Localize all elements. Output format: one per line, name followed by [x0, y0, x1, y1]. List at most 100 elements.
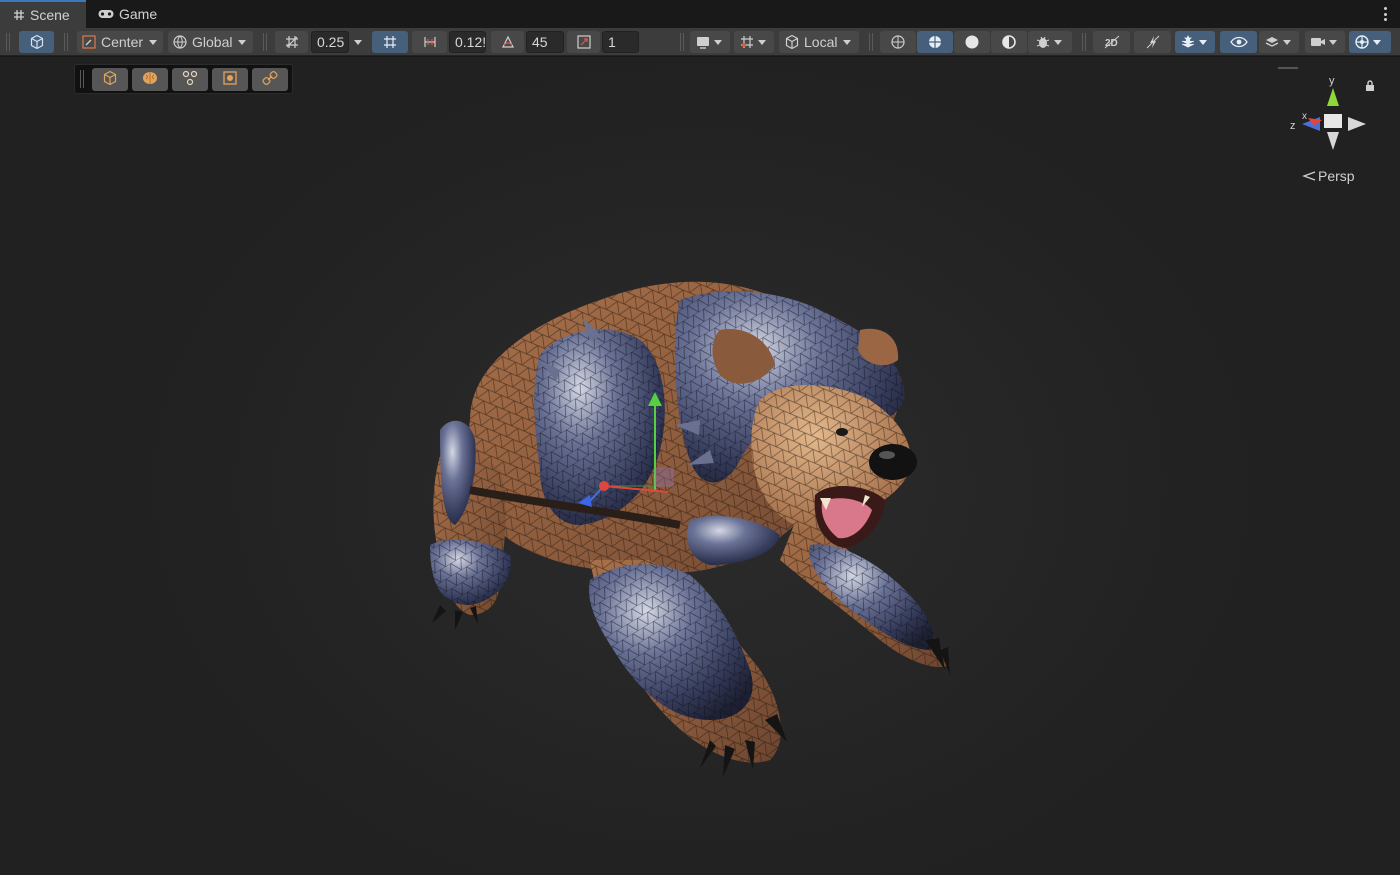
debug-draw-dropdown[interactable]	[1028, 31, 1072, 53]
hash-grid-icon	[12, 9, 25, 22]
chevron-down-icon	[149, 39, 158, 45]
overlay-tool-5[interactable]	[252, 68, 288, 91]
view-options-dropdown[interactable]	[690, 31, 730, 53]
nodes-icon	[182, 70, 198, 89]
unlit-mode-button[interactable]	[991, 31, 1027, 53]
increment-snap-toggle[interactable]	[372, 31, 408, 53]
scale-snap-field[interactable]: 1	[602, 31, 639, 53]
x-axis-handle[interactable]	[599, 481, 609, 491]
chevron-down-icon	[843, 39, 852, 45]
gizmo-y-label: y	[1329, 75, 1335, 87]
chevron-down-icon	[758, 39, 766, 45]
gizmo-x-label: x	[1302, 111, 1307, 122]
grid-snap-field[interactable]: 0.25	[311, 31, 349, 53]
overlay-toolbar	[74, 64, 293, 94]
view-options-icon	[695, 34, 711, 50]
rotation-snap-button[interactable]	[491, 31, 524, 53]
svg-text:2D: 2D	[1105, 38, 1118, 49]
toolbar-grip[interactable]	[263, 33, 267, 51]
rotation-snap-field[interactable]: 45	[526, 31, 564, 53]
pivot-rotation-label: Global	[192, 34, 233, 50]
2d-mode-toggle[interactable]: 2D	[1093, 31, 1130, 53]
gizmo-y-cone[interactable]	[1327, 88, 1339, 106]
toolbar-grip[interactable]	[680, 33, 684, 51]
pivot-mode-dropdown[interactable]: Center	[77, 31, 163, 53]
layers-star-icon	[1180, 34, 1196, 50]
layers-dropdown[interactable]	[1259, 31, 1299, 53]
increment-snap-field[interactable]: 0.12!	[449, 31, 486, 53]
tool-mode-button[interactable]	[19, 31, 54, 53]
tab-scene[interactable]: Scene	[0, 0, 86, 28]
wireframe-mode-button[interactable]	[880, 31, 916, 53]
more-options-icon[interactable]	[1382, 5, 1388, 23]
cube-icon	[29, 34, 45, 50]
chevron-down-icon	[238, 39, 247, 45]
gizmo-neg-y-cone[interactable]	[1327, 132, 1339, 150]
handle-space-label: Local	[804, 34, 838, 50]
pivot-mode-label: Center	[101, 34, 144, 50]
grid-snap-dropdown[interactable]	[351, 31, 365, 53]
toolbar-grip[interactable]	[64, 33, 68, 51]
overlay-grip[interactable]	[80, 70, 84, 88]
overlay-tool-2[interactable]	[132, 68, 168, 91]
snap-settings-dropdown[interactable]	[734, 31, 774, 53]
camera-icon	[1310, 34, 1326, 50]
scene-effects-dropdown[interactable]	[1175, 31, 1215, 53]
move-snap-button[interactable]	[412, 31, 447, 53]
lock-icon[interactable]	[1365, 80, 1375, 95]
scale-snap-icon	[576, 34, 592, 50]
camera-settings-dropdown[interactable]	[1305, 31, 1345, 53]
rotate-snap-icon	[500, 34, 516, 50]
toolbar-grip[interactable]	[6, 33, 10, 51]
shaded-sphere-icon	[964, 34, 980, 50]
chevron-down-icon	[1283, 39, 1291, 45]
overlay-tool-1[interactable]	[92, 68, 128, 91]
perspective-icon	[1302, 168, 1316, 184]
pivot-rotation-dropdown[interactable]: Global	[168, 31, 253, 53]
globe-icon	[172, 34, 188, 50]
local-cube-icon	[784, 34, 800, 50]
overlay-tool-3[interactable]	[172, 68, 208, 91]
shaded-wireframe-icon	[927, 34, 943, 50]
lighting-toggle[interactable]	[1134, 31, 1171, 53]
visibility-toggle[interactable]	[1220, 31, 1257, 53]
pivot-center-icon	[81, 34, 97, 50]
scene-viewport[interactable]	[0, 57, 1400, 875]
texture-icon	[222, 70, 238, 89]
link-icon	[262, 70, 278, 89]
light-off-icon	[1145, 34, 1161, 50]
toolbar-grip[interactable]	[1082, 33, 1086, 51]
projection-label: Persp	[1318, 168, 1355, 184]
grid-snap-toggle[interactable]	[275, 31, 308, 53]
chevron-down-icon	[714, 39, 722, 45]
handle-space-dropdown[interactable]: Local	[779, 31, 859, 53]
2d-icon: 2D	[1103, 35, 1121, 49]
scale-snap-button[interactable]	[567, 31, 600, 53]
shaded-wireframe-button[interactable]	[917, 31, 953, 53]
tab-game[interactable]: Game	[86, 0, 166, 28]
snap-increment-icon	[382, 34, 398, 50]
grid-magnet-icon	[739, 34, 755, 50]
chevron-down-icon	[354, 39, 362, 45]
move-snap-icon	[422, 34, 438, 50]
overlay-tool-4[interactable]	[212, 68, 248, 91]
tab-game-label: Game	[119, 6, 158, 22]
cube-tool-icon	[102, 70, 118, 89]
layers-icon	[1264, 34, 1280, 50]
bug-icon	[1035, 34, 1051, 50]
brain-icon	[142, 71, 158, 88]
gizmo-z-label: z	[1290, 120, 1296, 132]
projection-toggle[interactable]: Persp	[1302, 168, 1355, 184]
tab-scene-label: Scene	[30, 7, 70, 23]
gizmos-dropdown[interactable]	[1349, 31, 1391, 53]
chevron-down-icon	[1373, 39, 1381, 45]
shaded-mode-button[interactable]	[954, 31, 990, 53]
gamepad-icon	[98, 8, 114, 21]
chevron-down-icon	[1054, 39, 1062, 45]
chevron-down-icon	[1199, 39, 1207, 45]
grid-snap-icon	[284, 34, 300, 50]
gizmo-center-cube[interactable]	[1324, 114, 1342, 128]
gizmo-neg-z-cone[interactable]	[1348, 117, 1366, 131]
armored-bear-model[interactable]	[0, 57, 1400, 875]
toolbar-grip[interactable]	[869, 33, 873, 51]
